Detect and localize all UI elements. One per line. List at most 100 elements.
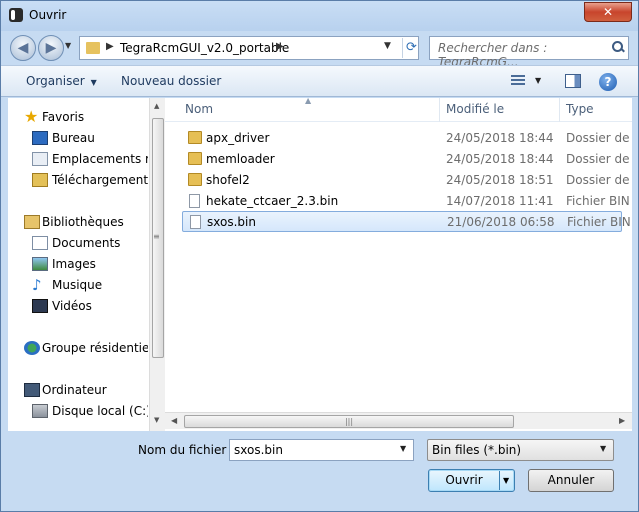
sidebar-item-homegroup[interactable]: Groupe résidentiel bbox=[8, 338, 148, 358]
documents-icon bbox=[32, 236, 48, 250]
images-icon bbox=[32, 257, 48, 271]
sidebar-item-computer[interactable]: Ordinateur bbox=[8, 380, 148, 400]
app-icon bbox=[9, 8, 23, 22]
file-date: 24/05/2018 18:51 bbox=[446, 173, 554, 187]
file-name: apx_driver bbox=[206, 131, 270, 145]
new-folder-button[interactable]: Nouveau dossier bbox=[121, 74, 221, 88]
sidebar-item-label: Disque local (C:) bbox=[52, 404, 148, 418]
file-row-sxos[interactable]: sxos.bin 21/06/2018 06:58 Fichier BIN bbox=[182, 211, 631, 232]
file-row-apx-driver[interactable]: apx_driver 24/05/2018 18:44 Dossier de f… bbox=[182, 128, 632, 149]
chevron-down-icon: ▼ bbox=[90, 78, 97, 87]
chevron-down-icon[interactable]: ▼ bbox=[400, 444, 406, 453]
sidebar-item-label: Téléchargements bbox=[52, 173, 148, 187]
chevron-down-icon[interactable]: ▼ bbox=[600, 444, 606, 453]
column-type[interactable]: Type bbox=[566, 102, 594, 116]
sidebar-item-label: Groupe résidentiel bbox=[42, 341, 148, 355]
sidebar-item-label: Ordinateur bbox=[42, 383, 107, 397]
sidebar-item-label: Musique bbox=[52, 278, 103, 292]
libraries-icon bbox=[24, 215, 40, 229]
refresh-icon[interactable]: ⟳ bbox=[402, 38, 420, 58]
sidebar-item-images[interactable]: Images bbox=[8, 254, 148, 274]
file-date: 24/05/2018 18:44 bbox=[446, 131, 554, 145]
sidebar-item-local-disk[interactable]: Disque local (C:) bbox=[8, 401, 148, 421]
desktop-icon bbox=[32, 131, 48, 145]
window-title: Ouvrir bbox=[29, 8, 67, 22]
title-bar: Ouvrir ✕ bbox=[1, 1, 638, 31]
file-type-filter-value: Bin files (*.bin) bbox=[432, 443, 522, 457]
sidebar-item-downloads[interactable]: Téléchargements bbox=[8, 170, 148, 190]
address-dropdown-icon[interactable]: ▼ bbox=[384, 41, 391, 51]
sidebar-item-videos[interactable]: Vidéos bbox=[8, 296, 148, 316]
file-name: shofel2 bbox=[206, 173, 250, 187]
breadcrumb-chevron-icon[interactable]: ▶ bbox=[106, 41, 114, 52]
file-row-hekate[interactable]: hekate_ctcaer_2.3.bin 14/07/2018 11:41 F… bbox=[182, 191, 630, 212]
sidebar-item-label: Favoris bbox=[42, 110, 85, 124]
view-options-icon[interactable] bbox=[511, 75, 525, 87]
search-input[interactable]: Rechercher dans : TegraRcmG... bbox=[429, 36, 629, 69]
file-row-shofel2[interactable]: shofel2 24/05/2018 18:51 Dossier de fic bbox=[182, 170, 632, 191]
scroll-down-icon[interactable]: ▼ bbox=[154, 416, 159, 424]
sidebar-item-favoris[interactable]: ★ Favoris bbox=[8, 107, 148, 127]
close-button[interactable]: ✕ bbox=[584, 2, 632, 22]
sidebar-item-documents[interactable]: Documents bbox=[8, 233, 148, 253]
filename-value[interactable]: sxos.bin bbox=[234, 443, 283, 457]
file-date: 24/05/2018 18:44 bbox=[446, 152, 554, 166]
filename-label: Nom du fichier : bbox=[138, 443, 235, 457]
breadcrumb-current-folder[interactable]: TegraRcmGUI_v2.0_portable bbox=[120, 41, 289, 55]
folder-icon bbox=[188, 152, 202, 165]
column-divider[interactable] bbox=[439, 98, 440, 122]
file-name: hekate_ctcaer_2.3.bin bbox=[206, 194, 339, 208]
file-row-memloader[interactable]: memloader 24/05/2018 18:44 Dossier de fi… bbox=[182, 149, 632, 170]
view-dropdown-icon[interactable]: ▼ bbox=[535, 76, 541, 85]
open-button[interactable]: Ouvrir ▼ bbox=[428, 469, 515, 492]
sidebar-item-label: Documents bbox=[52, 236, 121, 250]
column-header: ▲ Nom Modifié le Type bbox=[165, 98, 632, 122]
hard-disk-icon bbox=[32, 404, 48, 418]
cancel-button[interactable]: Annuler bbox=[528, 469, 614, 492]
column-divider[interactable] bbox=[559, 98, 560, 122]
sidebar-item-recent-places[interactable]: Emplacements ré bbox=[8, 149, 148, 169]
computer-icon bbox=[24, 383, 40, 397]
column-modified[interactable]: Modifié le bbox=[446, 102, 504, 116]
sidebar-item-libraries[interactable]: Bibliothèques bbox=[8, 212, 148, 232]
file-list-horizontal-scrollbar[interactable]: ◀ ||| ▶ bbox=[165, 412, 632, 429]
back-button[interactable]: ◀ bbox=[10, 35, 36, 61]
scroll-up-icon[interactable]: ▲ bbox=[154, 102, 159, 110]
column-name[interactable]: Nom bbox=[185, 102, 213, 116]
homegroup-icon bbox=[24, 341, 40, 355]
split-divider bbox=[499, 471, 500, 490]
file-type: Fichier BIN bbox=[567, 215, 631, 229]
file-list: ▲ Nom Modifié le Type apx_driver 24/05/2… bbox=[165, 98, 632, 431]
file-type: Fichier BIN bbox=[566, 194, 630, 208]
folder-icon bbox=[188, 173, 202, 186]
preview-pane-icon[interactable] bbox=[565, 74, 581, 88]
sidebar-item-music[interactable]: ♪ Musique bbox=[8, 275, 148, 295]
sort-ascending-icon: ▲ bbox=[305, 98, 312, 105]
file-type: Dossier de fic bbox=[566, 152, 632, 166]
breadcrumb-chevron-icon[interactable]: ▶ bbox=[276, 41, 284, 52]
downloads-icon bbox=[32, 173, 48, 187]
scroll-left-icon[interactable]: ◀ bbox=[171, 416, 177, 425]
scrollbar-thumb[interactable]: ||| bbox=[184, 415, 514, 428]
recent-places-icon bbox=[32, 152, 48, 166]
command-toolbar: Organiser ▼ Nouveau dossier ▼ ? bbox=[1, 65, 638, 97]
recent-locations-dropdown[interactable]: ▼ bbox=[65, 41, 71, 50]
sidebar-item-label: Vidéos bbox=[52, 299, 92, 313]
scroll-right-icon[interactable]: ▶ bbox=[619, 416, 625, 425]
navigation-pane-scrollbar[interactable]: ▲ ≡ ▼ bbox=[149, 98, 165, 431]
help-icon[interactable]: ? bbox=[599, 73, 617, 91]
organize-menu[interactable]: Organiser ▼ bbox=[26, 74, 97, 88]
file-icon bbox=[190, 215, 201, 229]
file-type-filter-select[interactable]: Bin files (*.bin) ▼ bbox=[427, 439, 614, 461]
folder-icon bbox=[188, 131, 202, 144]
file-type: Dossier de fic bbox=[566, 131, 632, 145]
search-icon[interactable] bbox=[612, 41, 624, 53]
address-bar[interactable]: ▶ TegraRcmGUI_v2.0_portable ▶ ▼ ⟳ bbox=[79, 36, 419, 60]
chevron-down-icon[interactable]: ▼ bbox=[503, 470, 509, 491]
navigation-bar: ◀ ▶ ▼ ▶ TegraRcmGUI_v2.0_portable ▶ ▼ ⟳ … bbox=[1, 31, 638, 69]
sidebar-item-bureau[interactable]: Bureau bbox=[8, 128, 148, 148]
sidebar-item-label: Emplacements ré bbox=[52, 152, 148, 166]
organize-label: Organiser bbox=[26, 74, 85, 88]
forward-button[interactable]: ▶ bbox=[38, 35, 64, 61]
filename-field[interactable]: sxos.bin ▼ bbox=[229, 439, 414, 461]
